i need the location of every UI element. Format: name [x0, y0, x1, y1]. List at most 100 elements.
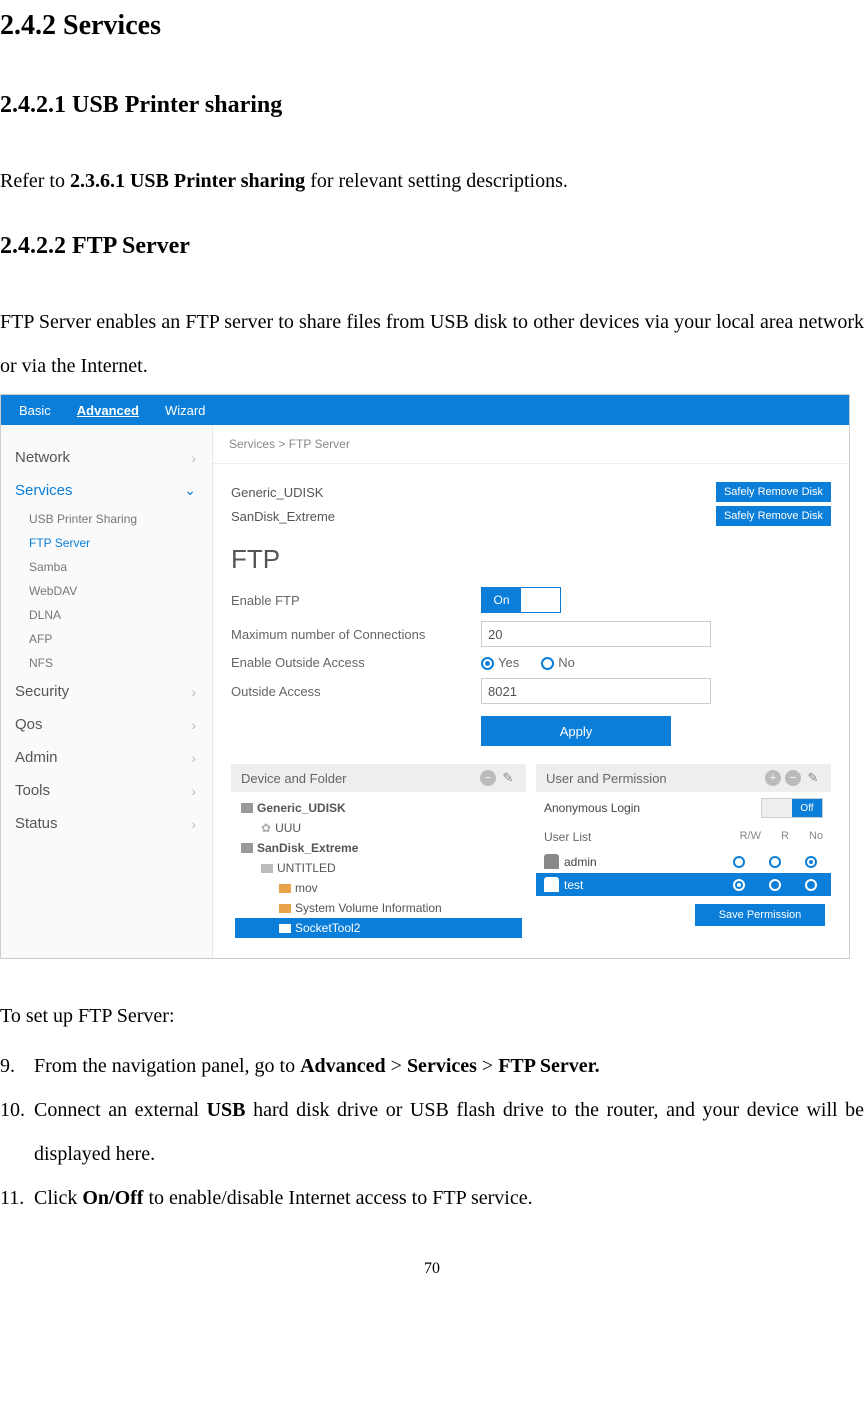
radio-label: Yes — [498, 655, 519, 670]
user-icon — [544, 877, 559, 892]
tree-disk[interactable]: Generic_UDISK — [235, 798, 522, 818]
sidebar-sub-dlna[interactable]: DLNA — [1, 603, 212, 627]
sidebar-item-admin[interactable]: Admin› — [1, 741, 212, 774]
list-number: 11. — [0, 1176, 34, 1220]
tree-label: mov — [295, 881, 318, 895]
list-text: Click On/Off to enable/disable Internet … — [34, 1176, 864, 1220]
label-anonymous: Anonymous Login — [544, 801, 640, 815]
text: Refer to — [0, 170, 70, 192]
safely-remove-button[interactable]: Safely Remove Disk — [716, 482, 831, 502]
radio-yes[interactable]: Yes — [481, 655, 519, 670]
radio-r[interactable] — [769, 856, 781, 868]
list-item-10: 10. Connect an external USB hard disk dr… — [0, 1088, 864, 1176]
text: to enable/disable Internet access to FTP… — [143, 1187, 532, 1209]
sidebar-item-services[interactable]: Services⌄ — [1, 474, 212, 507]
apply-button[interactable]: Apply — [481, 716, 671, 746]
sidebar-item-network[interactable]: Network› — [1, 441, 212, 474]
tree-label: UNTITLED — [277, 861, 336, 875]
panel-actions: − ✎ — [480, 770, 516, 786]
sidebar-sub-webdav[interactable]: WebDAV — [1, 579, 212, 603]
save-permission-button[interactable]: Save Permission — [695, 904, 825, 926]
radio-no[interactable]: No — [541, 655, 575, 670]
disk-row: Generic_UDISK Safely Remove Disk — [231, 482, 831, 502]
text-bold: 2.3.6.1 USB Printer sharing — [70, 170, 305, 192]
user-name: test — [564, 878, 733, 892]
disk-icon — [241, 803, 253, 813]
panel-title: User and Permission — [546, 771, 667, 786]
section-title-ftp: FTP — [231, 544, 831, 575]
text-bold: Services — [407, 1055, 477, 1077]
list-number: 9. — [0, 1044, 34, 1088]
sidebar-sub-usb[interactable]: USB Printer Sharing — [1, 507, 212, 531]
toggle-anonymous[interactable]: Off — [761, 798, 823, 818]
sidebar-sub-afp[interactable]: AFP — [1, 627, 212, 651]
radio-no[interactable] — [805, 856, 817, 868]
tab-advanced[interactable]: Advanced — [77, 403, 139, 418]
row-outside-access: Enable Outside Access Yes No — [231, 655, 831, 670]
text-bold: FTP Server. — [498, 1055, 599, 1077]
tree-folder[interactable]: ✿UUU — [235, 818, 522, 838]
sidebar-item-status[interactable]: Status› — [1, 807, 212, 840]
sidebar-item-tools[interactable]: Tools› — [1, 774, 212, 807]
tree-label: Generic_UDISK — [257, 801, 346, 815]
toggle-off-label: Off — [792, 799, 822, 817]
tree-folder[interactable]: System Volume Information — [235, 898, 522, 918]
radio-r[interactable] — [769, 879, 781, 891]
chevron-right-icon: › — [191, 816, 196, 832]
remove-icon[interactable]: − — [785, 770, 801, 786]
ordered-list: 9. From the navigation panel, go to Adva… — [0, 1044, 864, 1220]
panel-title: Device and Folder — [241, 771, 347, 786]
user-row-admin[interactable]: admin — [536, 850, 831, 873]
edit-icon[interactable]: ✎ — [500, 770, 516, 786]
input-outside-port[interactable] — [481, 678, 711, 704]
radio-icon — [481, 657, 494, 670]
perm-radios — [733, 856, 817, 868]
sidebar-sub-ftp[interactable]: FTP Server — [1, 531, 212, 555]
breadcrumb: Services > FTP Server — [213, 425, 849, 464]
toggle-enable-ftp[interactable]: On — [481, 587, 561, 613]
tab-basic[interactable]: Basic — [19, 403, 51, 418]
disk-name: Generic_UDISK — [231, 485, 323, 500]
sidebar-sub-samba[interactable]: Samba — [1, 555, 212, 579]
screenshot-ftp-server: Basic Advanced Wizard Network› Services⌄… — [0, 394, 850, 959]
tree-folder[interactable]: mov — [235, 878, 522, 898]
label-outside-access: Enable Outside Access — [231, 655, 481, 670]
input-max-connections[interactable] — [481, 621, 711, 647]
chevron-right-icon: › — [191, 684, 196, 700]
sidebar-label: Services — [15, 482, 73, 499]
user-row-test[interactable]: test — [536, 873, 831, 896]
tree-folder[interactable]: UNTITLED — [235, 858, 522, 878]
radio-no[interactable] — [805, 879, 817, 891]
sidebar-item-qos[interactable]: Qos› — [1, 708, 212, 741]
sidebar-sub-nfs[interactable]: NFS — [1, 651, 212, 675]
row-anonymous-login: Anonymous Login Off — [536, 792, 831, 824]
paragraph-refer: Refer to 2.3.6.1 USB Printer sharing for… — [0, 159, 864, 203]
toggle-on: On — [482, 588, 521, 612]
list-text: Connect an external USB hard disk drive … — [34, 1088, 864, 1176]
gear-icon: ✿ — [261, 821, 271, 835]
safely-remove-button[interactable]: Safely Remove Disk — [716, 506, 831, 526]
sidebar-item-security[interactable]: Security› — [1, 675, 212, 708]
tab-wizard[interactable]: Wizard — [165, 403, 205, 418]
list-item-11: 11. Click On/Off to enable/disable Inter… — [0, 1176, 864, 1220]
sidebar-label: Qos — [15, 716, 43, 733]
remove-icon[interactable]: − — [480, 770, 496, 786]
label-max-connections: Maximum number of Connections — [231, 627, 481, 642]
tree-disk[interactable]: SanDisk_Extreme — [235, 838, 522, 858]
perm-column-labels: R/W R No — [740, 830, 823, 844]
paragraph-setup: To set up FTP Server: — [0, 994, 864, 1038]
chevron-right-icon: › — [191, 450, 196, 466]
perm-radios — [733, 879, 817, 891]
add-icon[interactable]: + — [765, 770, 781, 786]
col-rw: R/W — [740, 830, 761, 844]
tree-label: SocketTool2 — [295, 921, 360, 935]
label-enable-ftp: Enable FTP — [231, 593, 481, 608]
row-outside-port: Outside Access — [231, 678, 831, 704]
folder-icon — [279, 884, 291, 893]
radio-rw[interactable] — [733, 879, 745, 891]
tree-folder-selected[interactable]: SocketTool2 — [235, 918, 522, 938]
radio-rw[interactable] — [733, 856, 745, 868]
user-icon — [544, 854, 559, 869]
disk-row: SanDisk_Extreme Safely Remove Disk — [231, 506, 831, 526]
edit-icon[interactable]: ✎ — [805, 770, 821, 786]
